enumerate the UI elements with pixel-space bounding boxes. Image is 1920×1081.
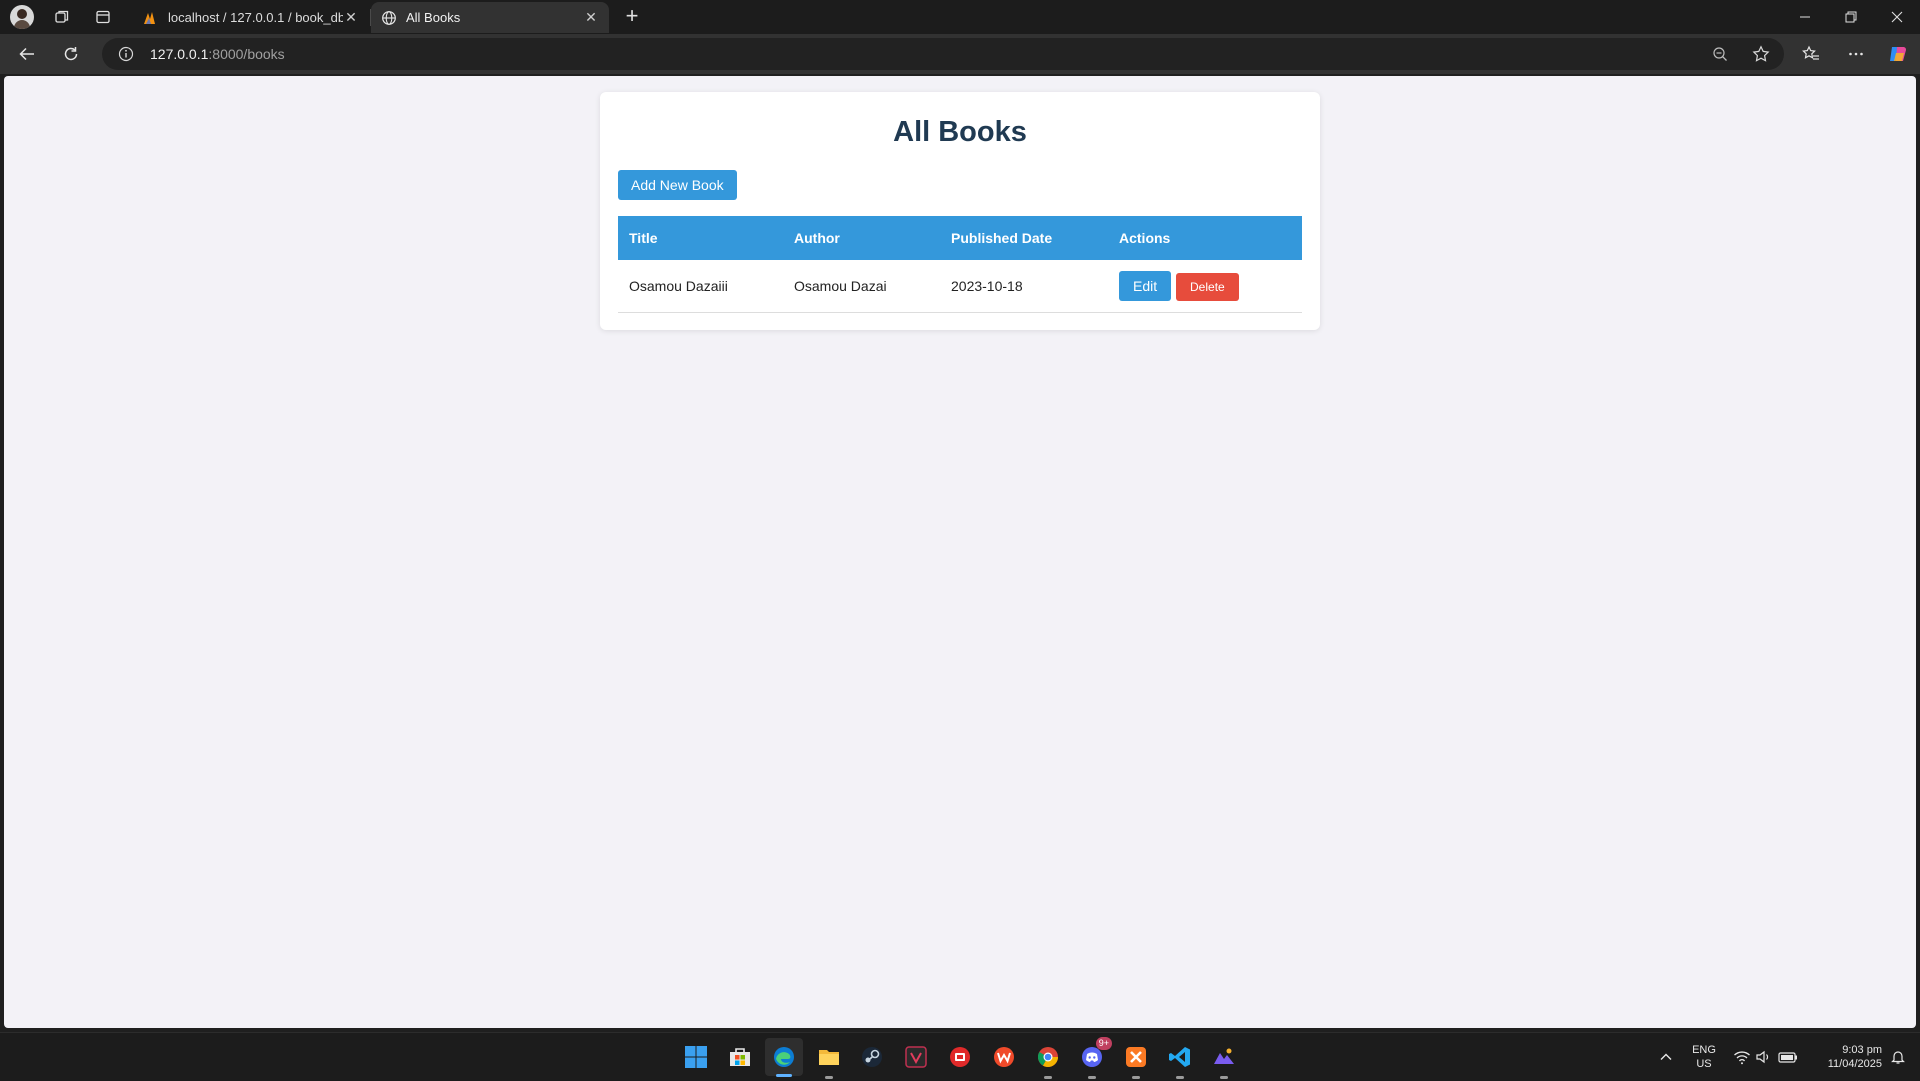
books-card: All Books Add New Book Title Author Publ… [600,92,1320,330]
column-header-title: Title [618,216,783,260]
red-app-icon[interactable] [944,1041,976,1073]
vivaldi-icon[interactable] [900,1041,932,1073]
tab-phpmyadmin[interactable]: localhost / 127.0.0.1 / book_db / b ✕ [133,2,369,33]
show-hidden-icons-chevron-icon[interactable] [1650,1041,1682,1073]
active-indicator [776,1074,792,1077]
cell-title: Osamou Dazaiii [618,260,783,313]
cell-author: Osamou Dazai [783,260,940,313]
browser-tab-strip: localhost / 127.0.0.1 / book_db / b ✕ Al… [0,0,1920,34]
avatar-head [17,9,27,19]
table-row: Osamou Dazaiii Osamou Dazai 2023-10-18 E… [618,260,1302,313]
language-code: ENG [1692,1044,1716,1056]
address-bar[interactable]: 127.0.0.1:8000/books [102,38,1784,70]
page-title: All Books [893,116,1027,148]
tab-title: All Books [406,10,461,25]
running-indicator [1044,1076,1052,1079]
cell-actions: Edit Delete [1108,260,1302,313]
running-indicator [1176,1076,1184,1079]
url-text: 127.0.0.1:8000/books [150,46,285,62]
microsoft-store-icon[interactable] [724,1041,756,1073]
column-header-actions: Actions [1108,216,1302,260]
running-indicator [1220,1076,1228,1079]
language-indicator[interactable]: ENG US [1690,1043,1718,1071]
url-path: :8000/books [208,46,285,62]
workspaces-icon[interactable] [45,5,79,29]
phpmyadmin-icon [143,10,159,26]
globe-icon [381,10,397,26]
back-arrow-icon[interactable] [11,39,43,69]
column-header-published-date: Published Date [940,216,1108,260]
windows-start-icon[interactable] [680,1041,712,1073]
clock-time: 9:03 pm [1842,1044,1882,1056]
running-indicator [1132,1076,1140,1079]
browser-toolbar: 127.0.0.1:8000/books [0,34,1920,74]
tab-all-books[interactable]: All Books ✕ [371,2,609,33]
notifications-bell-icon[interactable] [1882,1041,1914,1073]
wps-office-icon[interactable] [988,1041,1020,1073]
refresh-icon[interactable] [55,39,87,69]
running-indicator [1088,1076,1096,1079]
column-header-author: Author [783,216,940,260]
system-clock[interactable]: 9:03 pm 11/04/2025 [1800,1043,1882,1071]
zoom-icon[interactable] [1712,46,1728,67]
close-window-icon[interactable] [1874,0,1920,34]
chrome-icon[interactable] [1032,1041,1064,1079]
favorites-icon[interactable] [1795,39,1827,69]
discord-badge: 9+ [1095,1037,1112,1050]
add-new-book-button[interactable]: Add New Book [618,170,737,200]
url-host: 127.0.0.1 [150,46,209,62]
page-viewport: All Books Add New Book Title Author Publ… [4,76,1916,1028]
table-header-row: Title Author Published Date Actions [618,216,1302,260]
edge-icon[interactable] [765,1038,803,1077]
region-code: US [1696,1058,1712,1070]
site-info-icon[interactable] [118,46,134,67]
copilot-icon[interactable] [1882,39,1914,69]
books-table: Title Author Published Date Actions Osam… [618,216,1302,313]
steam-icon[interactable] [856,1041,888,1073]
close-tab-icon[interactable]: ✕ [583,9,599,26]
profile-avatar[interactable] [10,5,34,29]
avatar-body [14,20,30,29]
discord-icon[interactable]: 9+ [1076,1037,1112,1079]
delete-button[interactable]: Delete [1176,273,1239,301]
cell-published-date: 2023-10-18 [940,260,1108,313]
xampp-icon[interactable] [1120,1041,1152,1079]
vscode-icon[interactable] [1164,1041,1196,1079]
minimize-icon[interactable] [1782,0,1828,34]
arc-icon[interactable] [1208,1041,1240,1079]
tab-title: localhost / 127.0.0.1 / book_db / b [168,10,343,25]
windows-taskbar: 9+ ENG US 9:03 pm 11/04/2025 [0,1032,1920,1081]
edit-button[interactable]: Edit [1119,271,1172,301]
more-options-icon[interactable] [1840,39,1872,69]
vertical-tabs-icon[interactable] [86,5,120,29]
clock-date: 11/04/2025 [1827,1058,1882,1070]
restore-icon[interactable] [1828,0,1874,34]
close-tab-icon[interactable]: ✕ [343,9,359,26]
favorite-star-icon[interactable] [1752,45,1770,68]
new-tab-button[interactable]: + [618,4,646,30]
running-indicator [825,1076,833,1079]
file-explorer-icon[interactable] [813,1041,845,1079]
